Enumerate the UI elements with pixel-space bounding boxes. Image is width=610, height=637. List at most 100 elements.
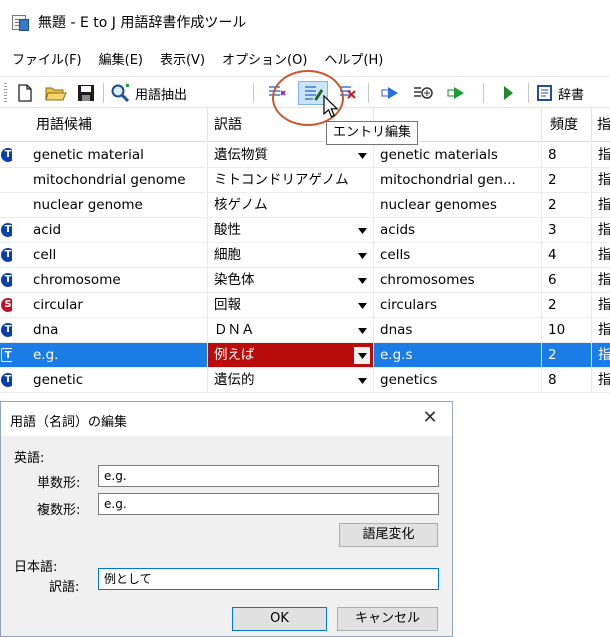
table-row[interactable]: Tgenetic 遺伝的 genetics8指: [0, 368, 610, 393]
table-row[interactable]: Scircular 回報 circulars2指: [0, 293, 610, 318]
move-green-icon[interactable]: [443, 81, 471, 105]
frequency-cell[interactable]: 2: [542, 168, 592, 193]
dropdown-arrow-icon[interactable]: [354, 147, 370, 164]
plural-cell[interactable]: dnas: [374, 318, 542, 343]
plural-cell[interactable]: chromosomes: [374, 268, 542, 293]
translation-cell[interactable]: 遺伝物質: [208, 143, 374, 168]
translation-cell[interactable]: 細胞: [208, 243, 374, 268]
plural-cell[interactable]: circulars: [374, 293, 542, 318]
frequency-cell[interactable]: 3: [542, 218, 592, 243]
dictionary-button[interactable]: 辞書: [535, 81, 610, 105]
translation-cell[interactable]: ＤＮＡ: [208, 318, 374, 343]
table-row[interactable]: Tcell 細胞 cells4指: [0, 243, 610, 268]
term-cell[interactable]: chromosome: [12, 268, 208, 293]
menu-view[interactable]: 表示(V): [160, 49, 205, 68]
dropdown-arrow-icon[interactable]: [354, 347, 370, 364]
extra-cell[interactable]: 指: [592, 143, 610, 168]
frequency-cell[interactable]: 6: [542, 268, 592, 293]
term-cell[interactable]: genetic: [12, 368, 208, 393]
singular-field[interactable]: e.g.: [98, 465, 439, 487]
dropdown-arrow-icon[interactable]: [354, 222, 370, 239]
plural-field[interactable]: e.g.: [98, 493, 439, 515]
term-cell[interactable]: dna: [12, 318, 208, 343]
magnifier-icon: [111, 84, 130, 103]
frequency-cell[interactable]: 2: [542, 343, 592, 368]
frequency-cell[interactable]: 4: [542, 243, 592, 268]
dictionary-label: 辞書: [558, 87, 585, 103]
save-icon[interactable]: [74, 81, 98, 105]
plural-cell[interactable]: genetic materials: [374, 143, 542, 168]
table-row[interactable]: Tchromosome 染色体 chromosomes6指: [0, 268, 610, 293]
table-row[interactable]: Te.g. 例えば e.g.s2指: [0, 343, 610, 368]
column-header-term-candidate[interactable]: 用語候補: [12, 108, 208, 142]
term-cell[interactable]: genetic material: [12, 143, 208, 168]
term-cell[interactable]: e.g.: [12, 343, 208, 368]
extra-cell[interactable]: 指: [592, 293, 610, 318]
translation-cell[interactable]: ミトコンドリアゲノム: [208, 168, 374, 193]
term-cell[interactable]: circular: [12, 293, 208, 318]
translation-cell[interactable]: 染色体: [208, 268, 374, 293]
extra-cell[interactable]: 指: [592, 343, 610, 368]
plural-cell[interactable]: cells: [374, 243, 542, 268]
extra-cell[interactable]: 指: [592, 368, 610, 393]
menu-edit[interactable]: 編集(E): [99, 49, 143, 68]
frequency-cell[interactable]: 2: [542, 193, 592, 218]
translation-field[interactable]: 例として: [98, 568, 439, 590]
term-cell[interactable]: mitochondrial genome: [12, 168, 208, 193]
extra-cell[interactable]: 指: [592, 218, 610, 243]
translation-cell[interactable]: 回報: [208, 293, 374, 318]
play-icon[interactable]: [496, 81, 520, 105]
term-cell[interactable]: nuclear genome: [12, 193, 208, 218]
translation-cell[interactable]: 酸性: [208, 218, 374, 243]
frequency-cell[interactable]: 8: [542, 143, 592, 168]
extra-cell[interactable]: 指: [592, 268, 610, 293]
plural-cell[interactable]: genetics: [374, 368, 542, 393]
dropdown-arrow-icon[interactable]: [354, 247, 370, 264]
extra-cell[interactable]: 指: [592, 243, 610, 268]
column-header-extra[interactable]: 指: [592, 108, 610, 142]
status-t-icon: T: [1, 248, 12, 262]
dropdown-arrow-icon[interactable]: [354, 372, 370, 389]
convert-icon[interactable]: [410, 81, 436, 105]
menu-file[interactable]: ファイル(F): [12, 49, 82, 68]
table-row[interactable]: nuclear genome 核ゲノム nuclear genomes2指: [0, 193, 610, 218]
table-row[interactable]: mitochondrial genome ミトコンドリアゲノム mitochondr…: [0, 168, 610, 193]
open-folder-icon[interactable]: [43, 81, 69, 105]
japanese-heading: 日本語:: [14, 560, 58, 575]
term-cell[interactable]: cell: [12, 243, 208, 268]
translation-cell[interactable]: 核ゲノム: [208, 193, 374, 218]
extra-cell[interactable]: 指: [592, 318, 610, 343]
new-file-icon[interactable]: [13, 81, 37, 105]
table-row[interactable]: Tgenetic material 遺伝物質 genetic materials8指: [0, 143, 610, 168]
plural-cell[interactable]: nuclear genomes: [374, 193, 542, 218]
translation-cell[interactable]: 遺伝的: [208, 368, 374, 393]
frequency-cell[interactable]: 8: [542, 368, 592, 393]
extract-terms-button[interactable]: 用語抽出: [110, 81, 242, 105]
extra-cell[interactable]: 指: [592, 168, 610, 193]
ok-button[interactable]: OK: [232, 607, 327, 631]
add-entry-icon[interactable]: [263, 81, 289, 105]
dropdown-arrow-icon[interactable]: [354, 297, 370, 314]
grid-header: 用語候補 訳語 頻度 指: [0, 108, 610, 142]
frequency-cell[interactable]: 10: [542, 318, 592, 343]
cancel-button[interactable]: キャンセル: [337, 607, 438, 631]
plural-cell[interactable]: e.g.s: [374, 343, 542, 368]
plural-cell[interactable]: acids: [374, 218, 542, 243]
translation-text: 酸性: [214, 222, 241, 238]
column-header-frequency[interactable]: 頻度: [542, 108, 592, 142]
close-icon[interactable]: ✕: [420, 408, 440, 428]
menu-options[interactable]: オプション(O): [222, 49, 307, 68]
frequency-cell[interactable]: 2: [542, 293, 592, 318]
term-cell[interactable]: acid: [12, 218, 208, 243]
translation-cell[interactable]: 例えば: [208, 343, 374, 368]
toolbar-grip[interactable]: [4, 83, 7, 103]
table-row[interactable]: Tacid 酸性 acids3指: [0, 218, 610, 243]
dropdown-arrow-icon[interactable]: [354, 272, 370, 289]
dropdown-arrow-icon[interactable]: [354, 322, 370, 339]
extra-cell[interactable]: 指: [592, 193, 610, 218]
plural-cell[interactable]: mitochondrial gen...: [374, 168, 542, 193]
menu-help[interactable]: ヘルプ(H): [324, 49, 383, 68]
table-row[interactable]: Tdna ＤＮＡ dnas10指: [0, 318, 610, 343]
move-right-icon[interactable]: [378, 81, 404, 105]
inflection-button[interactable]: 語尾変化: [339, 523, 438, 547]
